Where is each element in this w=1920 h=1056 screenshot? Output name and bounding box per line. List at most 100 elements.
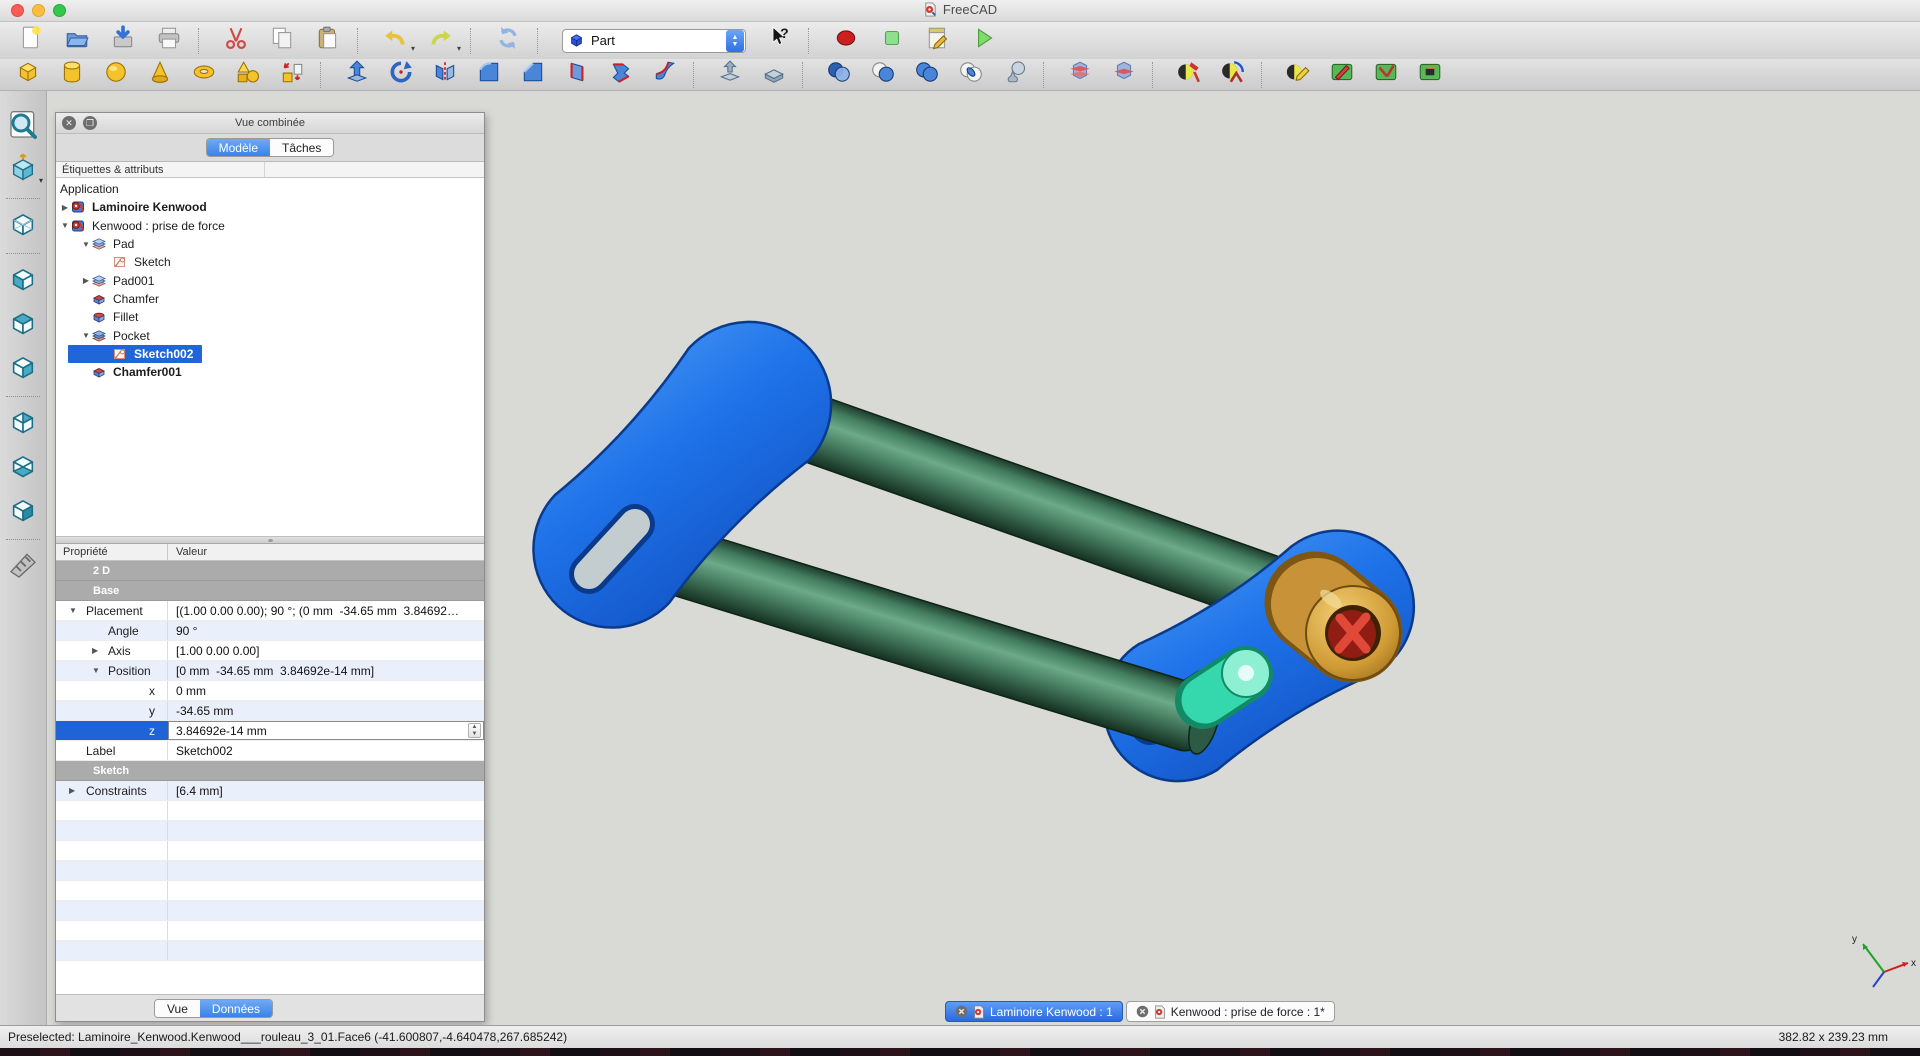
tab-donn-es[interactable]: Données bbox=[200, 1000, 272, 1017]
expander-open-icon[interactable]: ▼ bbox=[92, 666, 100, 675]
dropdown-arrow-icon[interactable]: ▾ bbox=[39, 176, 43, 185]
document-tab-kenwood-prise-de-force-1-[interactable]: Kenwood : prise de force : 1* bbox=[1126, 1001, 1335, 1022]
primitives-button[interactable] bbox=[226, 60, 270, 90]
intersection-button[interactable] bbox=[949, 60, 993, 90]
tab-t-ches[interactable]: Tâches bbox=[270, 139, 333, 156]
view-front-button[interactable] bbox=[3, 204, 43, 248]
property-group-2-d[interactable]: 2 D bbox=[56, 561, 484, 581]
expander-open-icon[interactable]: ▼ bbox=[80, 240, 92, 249]
tree-item-application[interactable]: Application bbox=[56, 180, 484, 198]
tree-item-fillet[interactable]: Fillet bbox=[56, 308, 484, 326]
property-group-sketch[interactable]: Sketch bbox=[56, 761, 484, 781]
property-value[interactable]: 0 mm bbox=[168, 681, 484, 700]
redo-button[interactable]: ▾ bbox=[418, 25, 464, 57]
view-left-button[interactable] bbox=[3, 446, 43, 490]
union-button[interactable] bbox=[905, 60, 949, 90]
measure-refresh-button[interactable] bbox=[1276, 60, 1320, 90]
property-row-x[interactable]: x0 mm bbox=[56, 681, 484, 701]
offset-button[interactable] bbox=[708, 60, 752, 90]
sweep-button[interactable] bbox=[643, 60, 687, 90]
loft-button[interactable] bbox=[599, 60, 643, 90]
expander-open-icon[interactable]: ▼ bbox=[59, 221, 71, 230]
cone-button[interactable] bbox=[138, 60, 182, 90]
property-value[interactable]: [(1.00 0.00 0.00); 90 °; (0 mm -34.65 mm… bbox=[168, 601, 484, 620]
property-column-header[interactable]: Propriété bbox=[56, 544, 168, 560]
refresh-button[interactable] bbox=[485, 25, 531, 57]
revolve-button[interactable] bbox=[379, 60, 423, 90]
property-value[interactable]: Sketch002 bbox=[168, 741, 484, 760]
cut-boolean-button[interactable] bbox=[861, 60, 905, 90]
macro-edit-button[interactable] bbox=[915, 25, 961, 57]
tab-mod-le[interactable]: Modèle bbox=[207, 139, 270, 156]
hub-gold[interactable] bbox=[1306, 586, 1400, 680]
save-document-button[interactable] bbox=[100, 25, 146, 57]
tree-item-pad001[interactable]: ▶Pad001 bbox=[56, 271, 484, 289]
property-value[interactable]: [0 mm -34.65 mm 3.84692e-14 mm] bbox=[168, 661, 484, 680]
panel-close-icon[interactable]: ✕ bbox=[62, 116, 76, 130]
property-row-placement[interactable]: ▼Placement[(1.00 0.00 0.00); 90 °; (0 mm… bbox=[56, 601, 484, 621]
tree-item-pocket[interactable]: ▼Pocket bbox=[56, 326, 484, 344]
tab-close-icon[interactable] bbox=[1136, 1005, 1149, 1018]
tree-item-sketch002[interactable]: Sketch002 bbox=[56, 345, 484, 363]
sphere-button[interactable] bbox=[94, 60, 138, 90]
expander-closed-icon[interactable]: ▶ bbox=[69, 786, 75, 795]
dropdown-arrow-icon[interactable]: ▾ bbox=[457, 44, 461, 53]
measure-angular-button[interactable] bbox=[1211, 60, 1255, 90]
cut-button[interactable] bbox=[213, 25, 259, 57]
fillet-button[interactable] bbox=[467, 60, 511, 90]
property-row-position[interactable]: ▼Position[0 mm -34.65 mm 3.84692e-14 mm] bbox=[56, 661, 484, 681]
extrude-button[interactable] bbox=[335, 60, 379, 90]
macro-record-button[interactable] bbox=[823, 25, 869, 57]
new-document-button[interactable] bbox=[8, 25, 54, 57]
cross-sections-button[interactable] bbox=[1058, 60, 1102, 90]
property-group-base[interactable]: Base bbox=[56, 581, 484, 601]
expander-closed-icon[interactable]: ▶ bbox=[92, 646, 98, 655]
panel-title-bar[interactable]: ✕ ❐ Vue combinée bbox=[56, 113, 484, 134]
cross-section-button[interactable] bbox=[1102, 60, 1146, 90]
fit-all-button[interactable] bbox=[3, 105, 43, 149]
boolean-button[interactable] bbox=[817, 60, 861, 90]
property-row-label[interactable]: LabelSketch002 bbox=[56, 741, 484, 761]
tab-close-icon[interactable] bbox=[955, 1005, 968, 1018]
shape-builder-button[interactable] bbox=[270, 60, 314, 90]
view-isometric-button[interactable] bbox=[3, 490, 43, 534]
undo-button[interactable]: ▾ bbox=[372, 25, 418, 57]
property-value[interactable]: [1.00 0.00 0.00] bbox=[168, 641, 484, 660]
whats-this-button[interactable]: ? bbox=[756, 25, 802, 57]
mirror-button[interactable] bbox=[423, 60, 467, 90]
value-column-header[interactable]: Valeur bbox=[168, 544, 484, 560]
macro-play-button[interactable] bbox=[961, 25, 1007, 57]
property-row-constraints[interactable]: ▶Constraints[6.4 mm] bbox=[56, 781, 484, 801]
title-bar[interactable]: FreeCAD bbox=[0, 0, 1920, 22]
open-document-button[interactable] bbox=[54, 25, 100, 57]
chamfer-button[interactable] bbox=[511, 60, 555, 90]
spinbox-icon[interactable]: ▲▼ bbox=[468, 723, 481, 738]
tab-vue[interactable]: Vue bbox=[155, 1000, 200, 1017]
print-button[interactable] bbox=[146, 25, 192, 57]
cylinder-button[interactable] bbox=[50, 60, 94, 90]
connect-button[interactable] bbox=[993, 60, 1037, 90]
property-value[interactable]: 3.84692e-14 mm▲▼ bbox=[168, 721, 484, 740]
measure-toggle-all-button[interactable] bbox=[1364, 60, 1408, 90]
property-row-y[interactable]: y-34.65 mm bbox=[56, 701, 484, 721]
tree-item-pad[interactable]: ▼Pad bbox=[56, 235, 484, 253]
expander-open-icon[interactable]: ▼ bbox=[80, 331, 92, 340]
property-value[interactable]: -34.65 mm bbox=[168, 701, 484, 720]
tree-item-laminoire-kenwood[interactable]: ▶Laminoire Kenwood bbox=[56, 198, 484, 216]
measure-toggle-3d-button[interactable] bbox=[1408, 60, 1452, 90]
expander-closed-icon[interactable]: ▶ bbox=[59, 203, 71, 212]
expander-closed-icon[interactable]: ▶ bbox=[80, 276, 92, 285]
box-button[interactable] bbox=[6, 60, 50, 90]
dropdown-arrow-icon[interactable]: ▾ bbox=[411, 44, 415, 53]
expander-open-icon[interactable]: ▼ bbox=[69, 606, 77, 615]
view-rear-button[interactable] bbox=[3, 347, 43, 391]
workbench-dropdown-icon[interactable]: ▲▼ bbox=[726, 30, 744, 52]
view-axonometric-button[interactable]: ▾ bbox=[3, 149, 43, 193]
panel-splitter[interactable] bbox=[56, 537, 484, 544]
document-tab-laminoire-kenwood-1[interactable]: Laminoire Kenwood : 1 bbox=[945, 1001, 1123, 1022]
view-top-button[interactable] bbox=[3, 259, 43, 303]
tree-item-chamfer001[interactable]: Chamfer001 bbox=[56, 363, 484, 381]
tree-item-sketch[interactable]: Sketch bbox=[56, 253, 484, 271]
property-row-axis[interactable]: ▶Axis[1.00 0.00 0.00] bbox=[56, 641, 484, 661]
paste-button[interactable] bbox=[305, 25, 351, 57]
